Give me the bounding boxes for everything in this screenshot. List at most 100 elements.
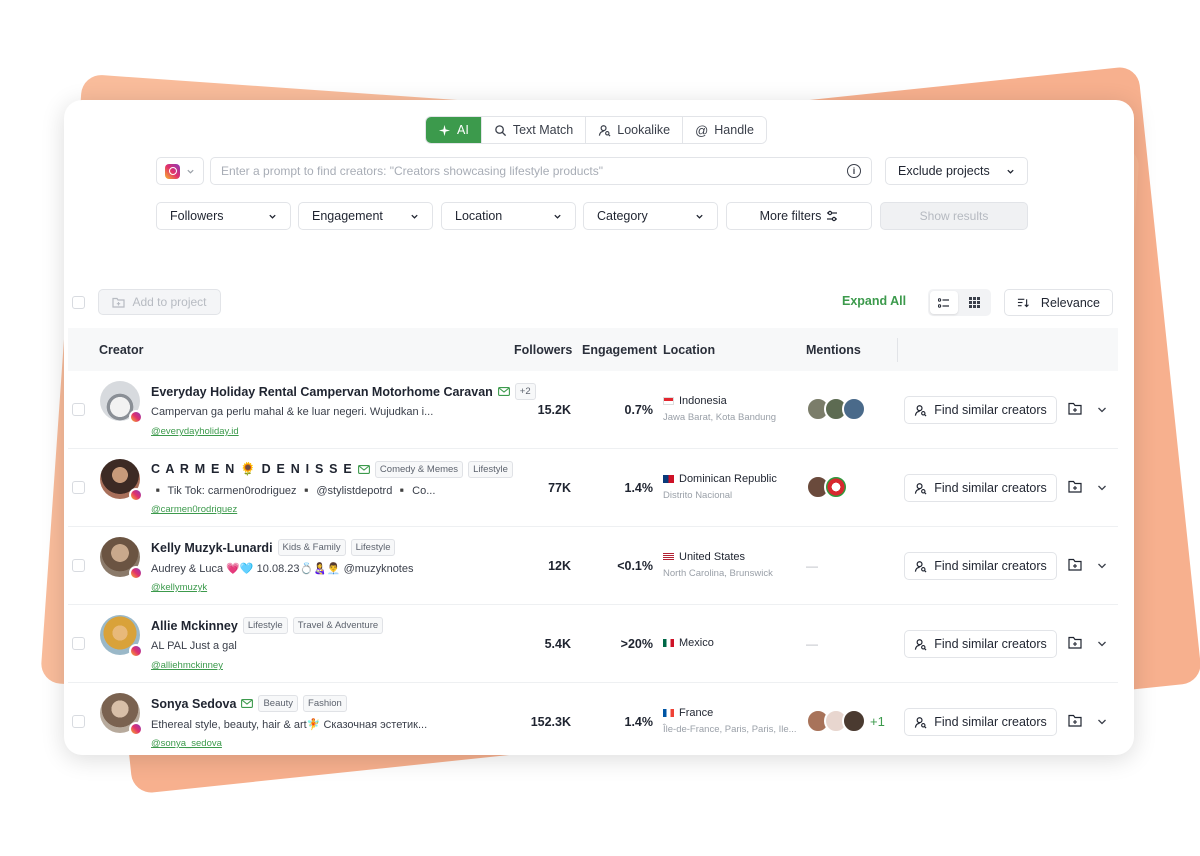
creator-handle[interactable]: @kellymuzyk [151,582,207,593]
creator-name[interactable]: C A R M E N 🌻 D E N I S S E [151,462,353,477]
select-all-checkbox[interactable] [72,296,85,309]
instagram-badge-icon [129,566,143,580]
row-checkbox[interactable] [72,559,85,572]
followers-filter[interactable]: Followers [156,202,291,230]
col-followers[interactable]: Followers [514,343,572,357]
person-search-icon [599,124,611,136]
engagement-filter[interactable]: Engagement [298,202,433,230]
exclude-projects-select[interactable]: Exclude projects [885,157,1028,185]
category-tag[interactable]: Lifestyle [242,617,288,634]
prompt-input[interactable]: Enter a prompt to find creators: "Creato… [210,157,872,185]
folder-plus-icon[interactable] [1068,558,1082,571]
table-row[interactable]: Everyday Holiday Rental Campervan Motorh… [68,371,1118,449]
table-row[interactable]: Kelly Muzyk-Lunardi Kids & Family Lifest… [68,527,1118,605]
col-mentions[interactable]: Mentions [806,343,861,357]
list-view-button[interactable] [930,291,958,314]
creator-name[interactable]: Everyday Holiday Rental Campervan Motorh… [151,385,493,399]
category-tag[interactable]: Fashion [303,695,347,712]
table-row[interactable]: Sonya Sedova Beauty Fashion Ethereal sty… [68,683,1118,755]
mention-avatar[interactable] [842,397,866,421]
row-checkbox[interactable] [72,637,85,650]
creator-name[interactable]: Sonya Sedova [151,697,236,711]
info-icon[interactable]: i [847,164,861,178]
mentions-avatars [806,397,866,421]
category-tag[interactable]: Kids & Family [277,539,346,556]
category-tag[interactable]: Travel & Adventure [292,617,384,634]
location-region: North Carolina, Brunswick [663,568,773,579]
category-tag[interactable]: Comedy & Memes [374,461,464,478]
tab-handle[interactable]: @ Handle [683,117,766,143]
creator-name-line: Kelly Muzyk-Lunardi Kids & Family Lifest… [151,539,396,556]
platform-select[interactable] [156,157,204,185]
find-similar-button[interactable]: Find similar creators [904,396,1057,424]
chevron-down-icon[interactable] [1097,405,1107,415]
flag-icon [663,639,674,647]
tab-text-match[interactable]: Text Match [481,117,587,143]
column-divider [897,338,898,362]
category-tag[interactable]: Lifestyle [350,539,396,556]
creator-name[interactable]: Allie Mckinney [151,619,238,633]
more-filters-button[interactable]: More filters [726,202,872,230]
folder-plus-icon[interactable] [1068,636,1082,649]
avatar[interactable] [100,693,143,736]
avatar[interactable] [100,615,143,658]
find-similar-button[interactable]: Find similar creators [904,474,1057,502]
creator-handle[interactable]: @carmen0rodriguez [151,504,237,515]
category-tag[interactable]: Lifestyle [468,461,513,478]
col-location[interactable]: Location [663,343,715,357]
location-region: Île-de-France, Paris, Paris, Ile... [663,724,797,735]
tab-ai[interactable]: AI [426,117,482,143]
sort-select[interactable]: Relevance [1004,289,1113,316]
col-engagement[interactable]: Engagement [582,343,657,357]
find-similar-label: Find similar creators [934,715,1047,729]
creator-name-line: Sonya Sedova Beauty Fashion [151,695,347,712]
flag-icon [663,397,674,405]
find-similar-label: Find similar creators [934,559,1047,573]
table-row[interactable]: C A R M E N 🌻 D E N I S S E Comedy & Mem… [68,449,1118,527]
folder-plus-icon[interactable] [1068,480,1082,493]
category-filter[interactable]: Category [583,202,718,230]
folder-plus-icon[interactable] [1068,714,1082,727]
tab-lookalike[interactable]: Lookalike [586,117,684,143]
grid-view-icon [968,297,980,308]
show-results-button[interactable]: Show results [880,202,1028,230]
mention-avatar[interactable] [842,709,866,733]
table-row[interactable]: Allie Mckinney Lifestyle Travel & Advent… [68,605,1118,683]
chevron-down-icon[interactable] [1097,639,1107,649]
person-search-icon [915,560,927,572]
row-checkbox[interactable] [72,715,85,728]
chevron-down-icon[interactable] [1097,561,1107,571]
row-checkbox[interactable] [72,403,85,416]
tab-text-match-label: Text Match [512,123,574,137]
person-search-icon [915,482,927,494]
person-search-icon [915,716,927,728]
tab-ai-label: AI [457,123,469,137]
find-similar-button[interactable]: Find similar creators [904,708,1057,736]
chevron-down-icon [554,214,561,219]
find-similar-button[interactable]: Find similar creators [904,552,1057,580]
creator-handle[interactable]: @everydayholiday.id [151,426,239,437]
grid-view-button[interactable] [960,291,988,314]
mentions-more-count[interactable]: +1 [870,714,885,729]
avatar[interactable] [100,381,143,424]
mention-avatar[interactable] [824,475,848,499]
creator-handle[interactable]: @sonya_sedova [151,738,222,749]
creator-handle[interactable]: @alliehmckinney [151,660,223,671]
search-panel: AI Text Match Lookalike @ Handle Enter a… [64,100,1134,755]
find-similar-button[interactable]: Find similar creators [904,630,1057,658]
avatar[interactable] [100,459,143,502]
add-to-project-button[interactable]: Add to project [98,289,221,315]
category-tag[interactable]: +2 [514,383,536,400]
creator-name[interactable]: Kelly Muzyk-Lunardi [151,541,273,555]
col-creator[interactable]: Creator [99,343,143,357]
folder-plus-icon[interactable] [1068,402,1082,415]
expand-all-link[interactable]: Expand All [842,294,906,308]
category-tag[interactable]: Beauty [258,695,299,712]
location-filter[interactable]: Location [441,202,576,230]
chevron-down-icon[interactable] [1097,483,1107,493]
row-checkbox[interactable] [72,481,85,494]
search-type-tabs: AI Text Match Lookalike @ Handle [425,116,767,144]
avatar[interactable] [100,537,143,580]
chevron-down-icon[interactable] [1097,717,1107,727]
followers-value: 152.3K [530,715,571,729]
